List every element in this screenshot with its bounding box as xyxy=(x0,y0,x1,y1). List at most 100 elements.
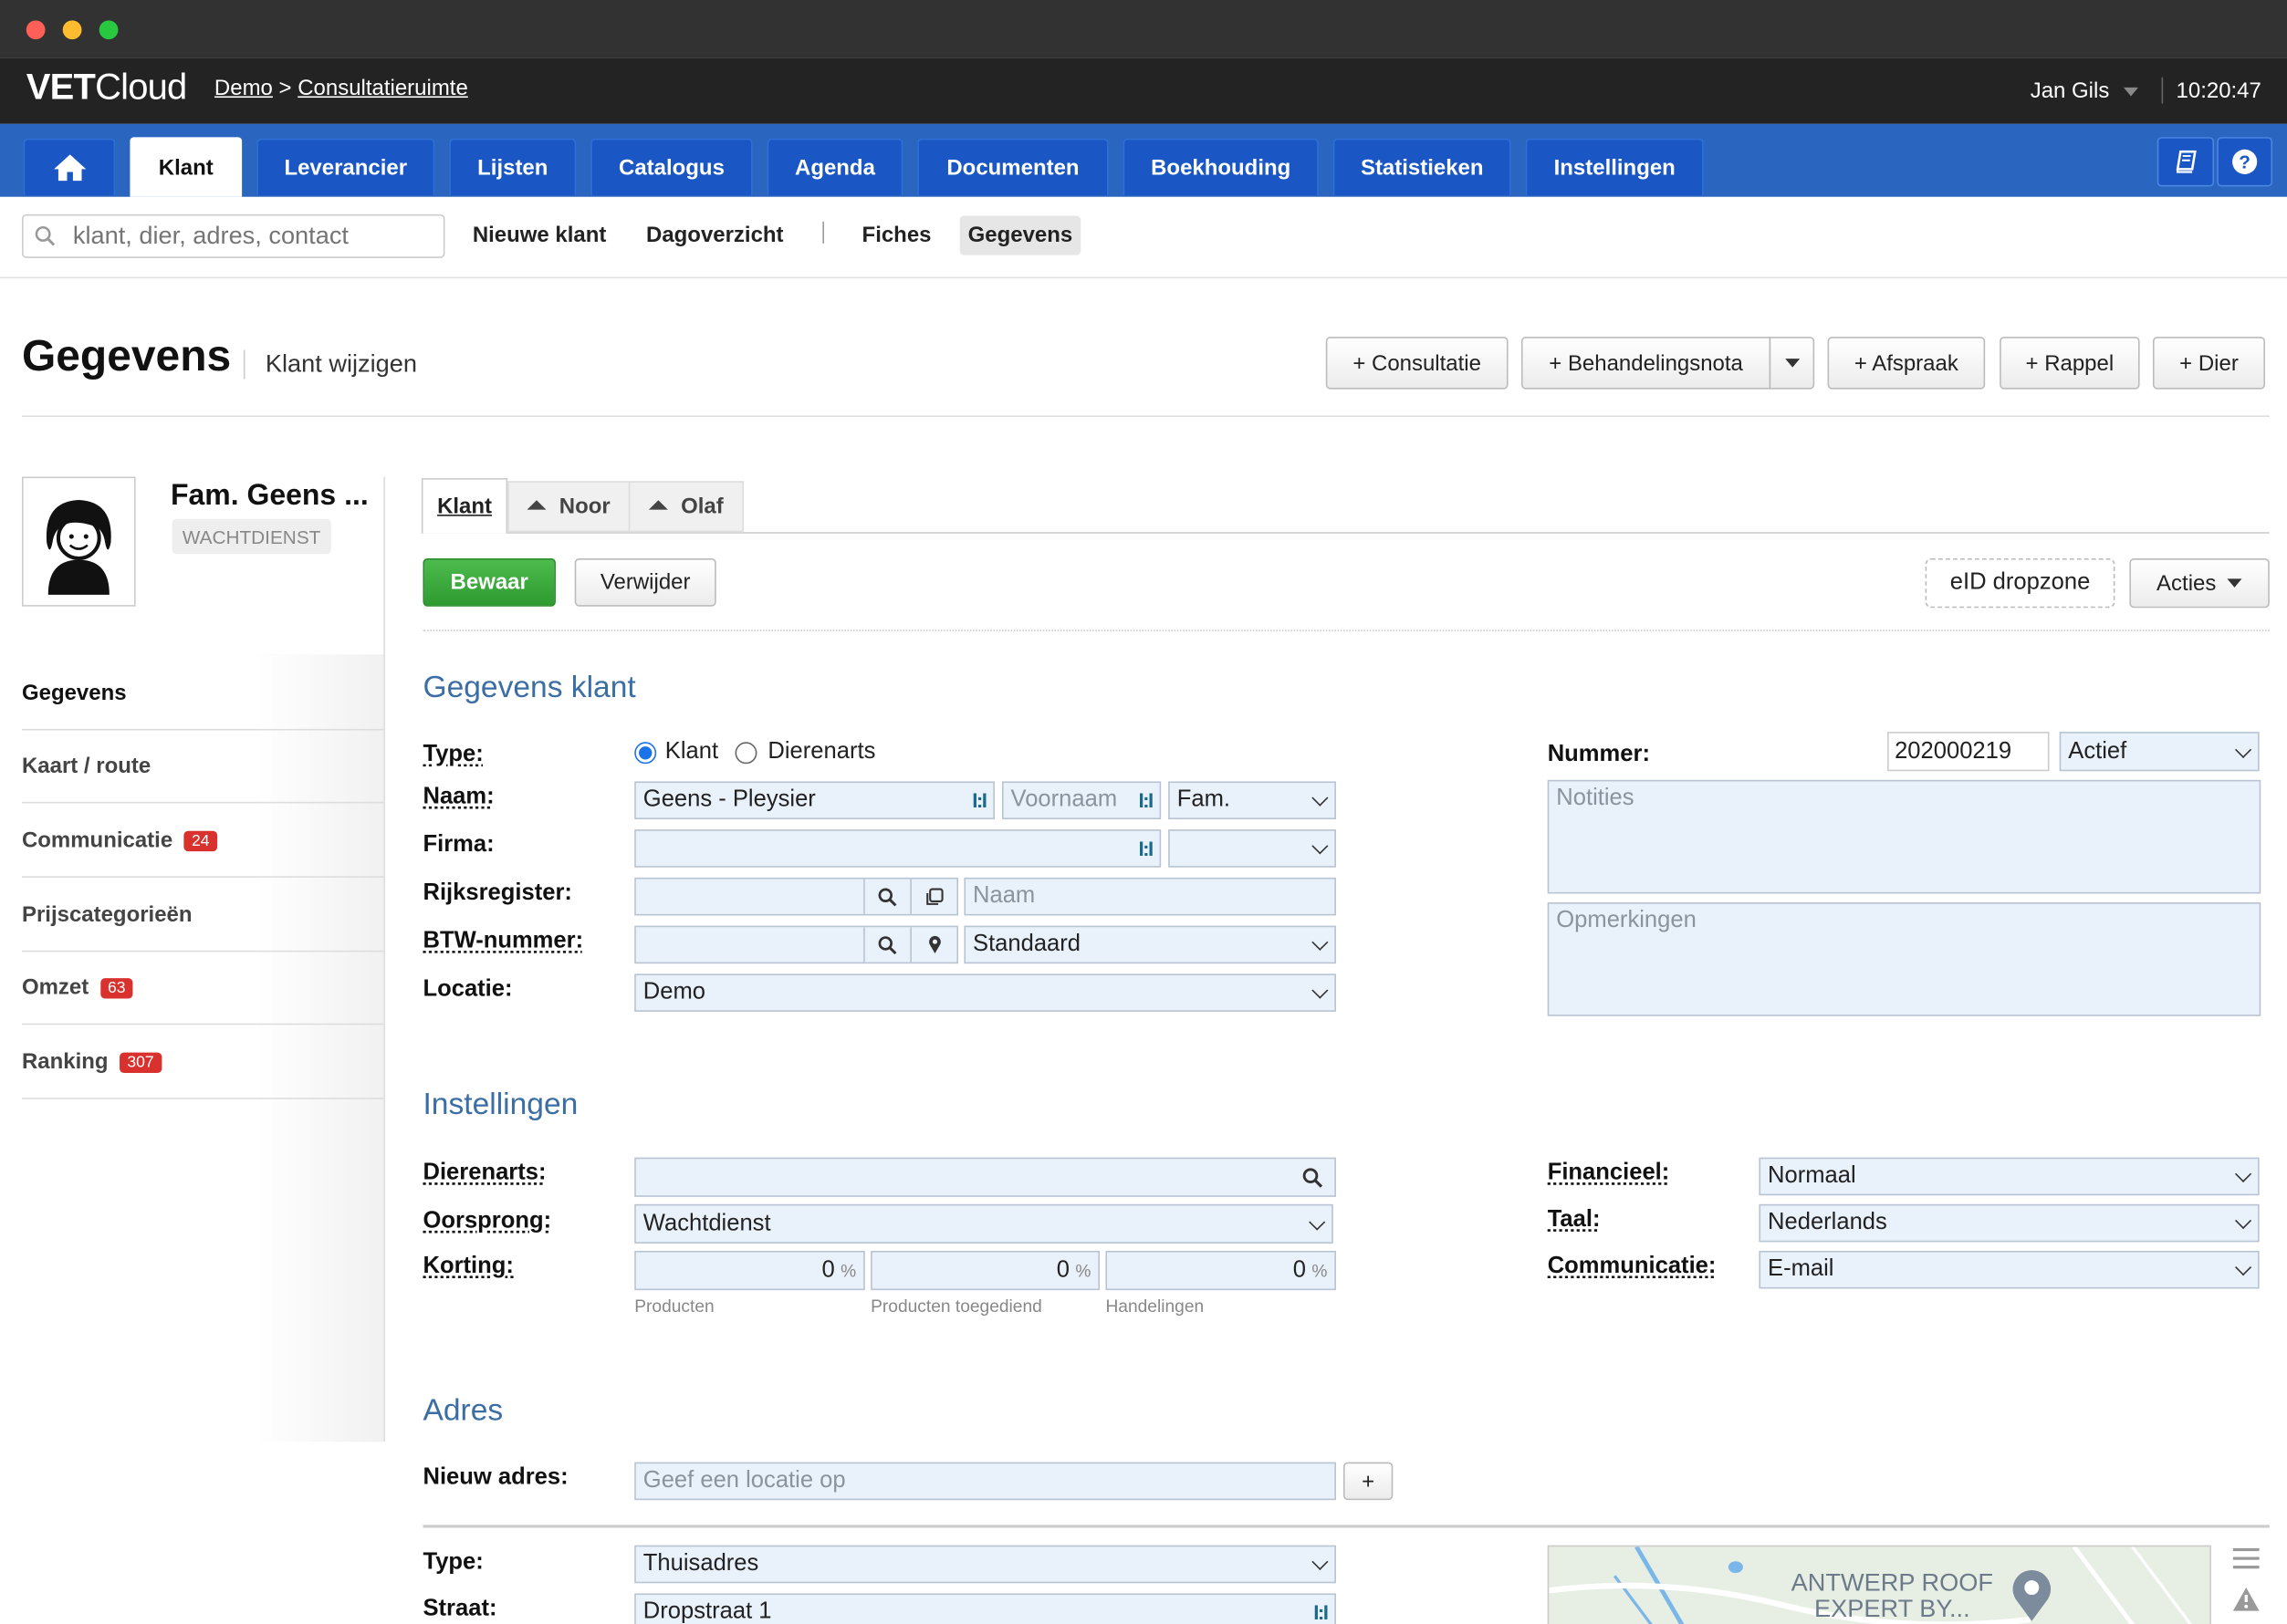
add-afspraak-button[interactable]: + Afspraak xyxy=(1827,337,1986,390)
oorsprong-select[interactable]: Wachtdienst xyxy=(634,1203,1333,1244)
acties-button[interactable]: Acties xyxy=(2129,557,2270,609)
section-title-address: Adres xyxy=(423,1393,504,1428)
sidebar-item-kaart-route[interactable]: Kaart / route xyxy=(21,731,384,804)
address-map[interactable]: ANTWERP ROOF EXPERT BY... xyxy=(1547,1545,2211,1624)
voornaam-input[interactable]: Voornaam I:I xyxy=(1001,781,1162,819)
tab-agenda[interactable]: Agenda xyxy=(767,138,903,196)
tab-instellingen[interactable]: Instellingen xyxy=(1525,138,1704,196)
korting-producten-input[interactable]: 0% xyxy=(634,1250,865,1291)
straat-input[interactable]: Dropstraat 1 I:I xyxy=(634,1593,1336,1624)
firma-input[interactable]: I:I xyxy=(634,829,1162,868)
tab-lijsten[interactable]: Lijsten xyxy=(449,138,577,196)
avatar[interactable] xyxy=(21,476,136,607)
tab-catalogus[interactable]: Catalogus xyxy=(590,138,753,196)
nummer-input[interactable]: 202000219 xyxy=(1887,732,2050,772)
add-dier-button[interactable]: + Dier xyxy=(2152,337,2266,390)
aanspreking-select[interactable]: Fam. xyxy=(1168,781,1336,819)
adres-type-select[interactable]: Thuisadres xyxy=(634,1545,1336,1584)
delete-button[interactable]: Verwijder xyxy=(574,557,716,607)
warning-icon[interactable] xyxy=(2231,1586,2261,1612)
record-tab-klant[interactable]: Klant xyxy=(421,478,508,534)
search-icon[interactable] xyxy=(863,927,910,963)
eid-dropzone[interactable]: eID dropzone xyxy=(1925,557,2115,609)
brand-logo[interactable]: VETCloud xyxy=(26,68,188,109)
naam-label: Naam: xyxy=(423,784,495,809)
map-marker-icon[interactable] xyxy=(2010,1567,2053,1623)
caret-down-icon xyxy=(1784,359,1800,368)
divider xyxy=(822,221,824,244)
search-icon[interactable] xyxy=(863,879,910,914)
status-select[interactable]: Actief xyxy=(2059,732,2260,772)
breadcrumb-root[interactable]: Demo xyxy=(214,76,273,100)
search-input[interactable] xyxy=(69,220,426,253)
map-pin-icon[interactable] xyxy=(910,927,956,963)
record-tab-olaf[interactable]: ⏶ Olaf xyxy=(628,481,745,533)
window-titlebar xyxy=(0,0,2287,58)
add-behandelingsnota-button[interactable]: + Behandelingsnota xyxy=(1520,337,1771,390)
communicatie-select[interactable]: E-mail xyxy=(1759,1250,2260,1289)
btw-type-select[interactable]: Standaard xyxy=(964,925,1336,964)
page-subtitle: Klant wijzigen xyxy=(265,349,418,378)
sidebar-item-prijscategorieen[interactable]: Prijscategorieën xyxy=(21,880,384,953)
radio-dierenarts[interactable] xyxy=(736,741,758,764)
gegevens-link[interactable]: Gegevens xyxy=(959,215,1081,255)
home-tab[interactable] xyxy=(23,138,116,196)
tab-boekhouding[interactable]: Boekhouding xyxy=(1123,138,1319,196)
nieuw-adres-input[interactable]: Geef een locatie op xyxy=(634,1462,1336,1501)
divider xyxy=(243,349,245,380)
global-search[interactable] xyxy=(21,213,445,258)
dierenarts-label: Dierenarts: xyxy=(423,1160,547,1186)
tab-leverancier[interactable]: Leverancier xyxy=(256,138,435,196)
map-menu-icon[interactable] xyxy=(2232,1547,2260,1569)
sidebar-item-gegevens[interactable]: Gegevens xyxy=(21,658,384,731)
vcard-icon[interactable]: I:I xyxy=(972,788,987,812)
notities-textarea[interactable]: Notities xyxy=(1547,779,2261,894)
firma-type-select[interactable] xyxy=(1168,829,1336,868)
add-rappel-button[interactable]: + Rappel xyxy=(2000,337,2140,390)
locatie-select[interactable]: Demo xyxy=(634,973,1336,1012)
user-menu[interactable]: Jan Gils xyxy=(2031,78,2139,103)
rijksregister-input[interactable] xyxy=(634,877,959,916)
dagoverzicht-link[interactable]: Dagoverzicht xyxy=(646,223,784,247)
fiches-link[interactable]: Fiches xyxy=(862,223,932,247)
sidebar-item-omzet[interactable]: Omzet 63 xyxy=(21,952,384,1025)
vcard-icon[interactable]: I:I xyxy=(1138,837,1154,860)
btw-input[interactable] xyxy=(634,925,959,964)
breadcrumb-current[interactable]: Consultatieruimte xyxy=(298,76,468,100)
straat-label: Straat: xyxy=(423,1596,497,1621)
save-button[interactable]: Bewaar xyxy=(423,557,556,607)
behandelingsnota-dropdown-button[interactable] xyxy=(1769,337,1815,390)
korting-toegediend-caption: Producten toegediend xyxy=(871,1296,1042,1317)
book-button[interactable] xyxy=(2156,137,2215,187)
maximize-window-icon[interactable] xyxy=(99,20,119,40)
add-consultatie-button[interactable]: + Consultatie xyxy=(1325,337,1509,390)
radio-klant[interactable] xyxy=(634,741,657,764)
sidebar-item-ranking[interactable]: Ranking 307 xyxy=(21,1026,384,1099)
record-tab-noor[interactable]: ⏶ Noor xyxy=(507,481,631,533)
oorsprong-label: Oorsprong: xyxy=(423,1208,552,1234)
nieuwe-klant-link[interactable]: Nieuwe klant xyxy=(473,223,607,247)
vcard-icon[interactable]: I:I xyxy=(1138,788,1154,812)
tab-documenten[interactable]: Documenten xyxy=(917,138,1109,196)
financieel-select[interactable]: Normaal xyxy=(1759,1157,2260,1196)
opmerkingen-textarea[interactable]: Opmerkingen xyxy=(1547,902,2261,1016)
chevron-down-icon xyxy=(1311,982,1329,999)
sidebar-item-communicatie[interactable]: Communicatie 24 xyxy=(21,805,384,878)
search-icon[interactable] xyxy=(1302,1168,1323,1188)
tab-statistieken[interactable]: Statistieken xyxy=(1332,138,1511,196)
naam-input[interactable]: Geens - Pleysier I:I xyxy=(634,781,995,819)
vcard-icon[interactable]: I:I xyxy=(1313,1600,1329,1624)
korting-toegediend-input[interactable]: 0% xyxy=(871,1250,1101,1291)
type-radio-group: Klant Dierenarts xyxy=(634,739,875,765)
dierenarts-input[interactable] xyxy=(634,1157,1336,1197)
section-title-settings: Instellingen xyxy=(423,1087,579,1121)
taal-select[interactable]: Nederlands xyxy=(1759,1203,2260,1243)
add-address-button[interactable]: + xyxy=(1342,1462,1394,1501)
tab-klant[interactable]: Klant xyxy=(130,137,243,197)
korting-handelingen-input[interactable]: 0% xyxy=(1105,1250,1336,1291)
minimize-window-icon[interactable] xyxy=(62,20,82,40)
rijksregister-naam-input[interactable]: Naam xyxy=(964,877,1336,916)
copy-icon[interactable] xyxy=(910,879,956,914)
help-button[interactable]: ? xyxy=(2217,137,2273,187)
close-window-icon[interactable] xyxy=(26,20,46,40)
